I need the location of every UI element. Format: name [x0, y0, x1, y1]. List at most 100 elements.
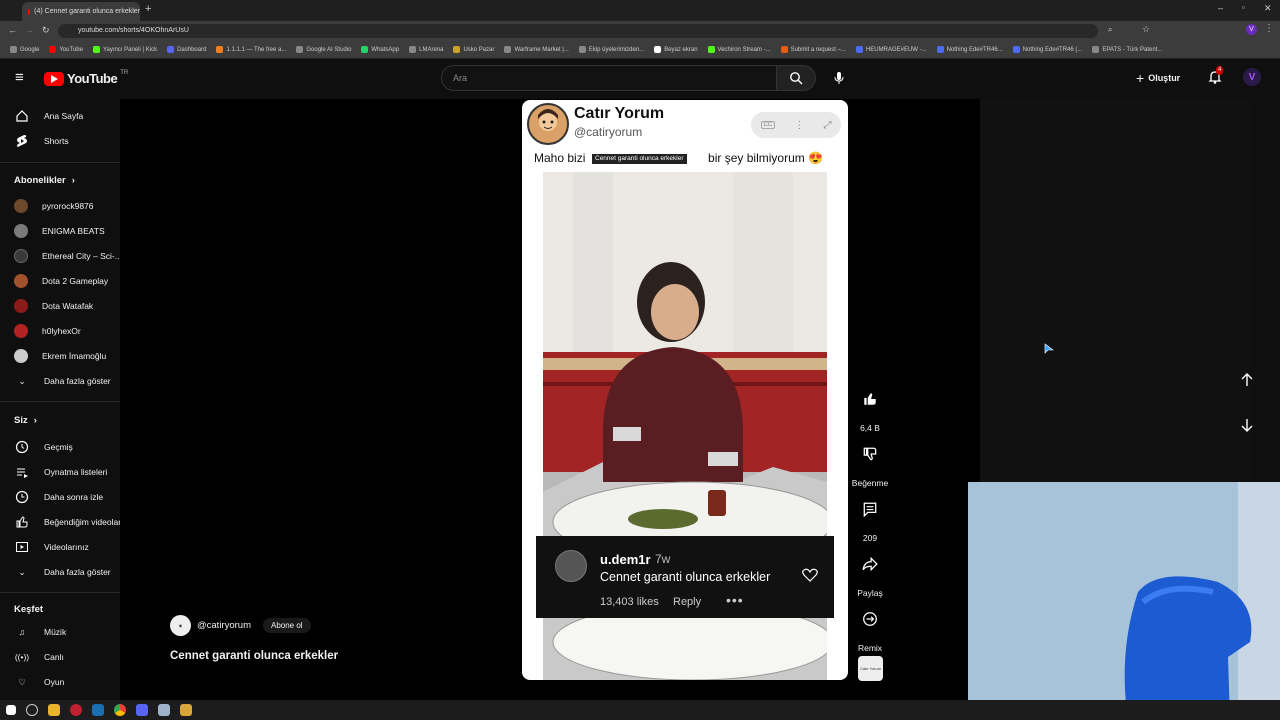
bookmark-item[interactable]: Google: [10, 46, 39, 53]
new-tab-icon[interactable]: +: [145, 3, 151, 15]
remix-button[interactable]: [854, 603, 886, 635]
channel-avatar: [14, 349, 28, 363]
bookmark-item[interactable]: EPATS - Türk Patent...: [1092, 46, 1162, 53]
channel-handle-link[interactable]: @catiryorum: [197, 620, 251, 631]
youtube-logo[interactable]: YouTube TR: [44, 70, 128, 86]
remix-action[interactable]: Remix: [848, 603, 892, 653]
steam-icon[interactable]: [92, 704, 104, 716]
windows-start-icon[interactable]: [6, 705, 16, 715]
address-bar-row: ← → ↻ youtube.com/shorts/4OKOhnArUsU ⌕ ☆…: [0, 21, 1280, 41]
share-action[interactable]: Paylaş: [848, 548, 892, 598]
dislike-button[interactable]: [854, 438, 886, 470]
webcam-overlay: [968, 482, 1280, 720]
more-options-icon[interactable]: ⋮: [794, 120, 804, 131]
bookmark-item[interactable]: Yayıncı Paneli | Kick: [92, 46, 157, 53]
voice-search-button[interactable]: [828, 67, 850, 89]
sidebar-item-label: Canlı: [44, 652, 64, 662]
share-button[interactable]: [854, 548, 886, 580]
bookmark-item[interactable]: HEUMRAGE#EUW -...: [855, 46, 927, 53]
bookmark-item[interactable]: WhatsApp: [361, 46, 399, 53]
chevron-right-icon: ›: [33, 415, 37, 426]
hamburger-menu-icon[interactable]: ≡: [15, 69, 24, 86]
bookmark-item[interactable]: LMArena: [409, 46, 443, 53]
file-explorer-icon[interactable]: [48, 704, 60, 716]
close-window-icon[interactable]: ✕: [1264, 3, 1272, 14]
fullscreen-icon[interactable]: ⤢: [823, 120, 831, 131]
mouse-cursor-icon: [1044, 343, 1054, 354]
browser-tab[interactable]: (4) Cennet garanti olunca erkekler: [22, 2, 140, 21]
bookmark-item[interactable]: Ekip üyelerimizden...: [578, 46, 644, 53]
bookmark-item[interactable]: Nothing Ede#TR46 (...: [1012, 46, 1082, 53]
zoom-icon[interactable]: ⌕: [1108, 25, 1112, 35]
arrow-up-icon: [1241, 373, 1253, 386]
bookmark-star-icon[interactable]: ☆: [1142, 24, 1150, 35]
url-field[interactable]: youtube.com/shorts/4OKOhnArUsU: [58, 24, 1098, 38]
comments-action[interactable]: 209: [848, 493, 892, 543]
comment-text: Cennet garanti olunca erkekler: [600, 570, 771, 584]
divider: [0, 162, 140, 163]
channel-avatar: [14, 249, 28, 263]
reload-icon[interactable]: ↻: [42, 25, 50, 36]
subscriptions-heading[interactable]: Abonelikler ›: [14, 175, 75, 186]
bookmark-item[interactable]: Vechiron Stream -...: [707, 46, 771, 53]
channel-thumbnail[interactable]: Catır Yorum: [858, 656, 883, 681]
sidebar: Ana Sayfa Shorts Abonelikler › pyrorock9…: [0, 99, 140, 700]
caption-left: Maho bizi: [534, 151, 586, 165]
short-channel-avatar[interactable]: [527, 103, 569, 145]
like-count: 6,4 B: [860, 423, 880, 433]
forward-icon[interactable]: →: [25, 25, 34, 35]
dislike-action[interactable]: Beğenme: [848, 438, 892, 488]
chevron-right-icon: ›: [71, 175, 75, 186]
caption-right: bir şey bilmiyorum 😍: [708, 151, 824, 165]
youtube-favicon-icon: [28, 8, 31, 15]
sidebar-item-label: Daha sonra izle: [44, 492, 104, 502]
bookmark-item[interactable]: Submit a request –...: [780, 46, 846, 53]
bookmark-item[interactable]: Google AI Studio: [296, 46, 351, 53]
music-icon: ♫: [18, 627, 26, 637]
bookmark-item[interactable]: Usko Pazar: [453, 46, 494, 53]
search-button[interactable]: [776, 65, 816, 91]
sidebar-item-label: Ethereal City – Sci-...: [42, 251, 122, 261]
shorts-icon: [14, 133, 30, 149]
bookmark-item[interactable]: Warframe Market |...: [504, 46, 569, 53]
app-icon[interactable]: [180, 704, 192, 716]
chrome-icon[interactable]: [114, 704, 126, 716]
minimize-icon[interactable]: –: [1218, 3, 1223, 13]
profile-icon[interactable]: V: [1246, 24, 1257, 35]
bookmark-item[interactable]: Nothing Ede#TR46...: [936, 46, 1003, 53]
app-icon[interactable]: [158, 704, 170, 716]
opera-gx-icon[interactable]: [70, 704, 82, 716]
taskbar-search-icon[interactable]: [26, 704, 38, 716]
channel-avatar: [14, 299, 28, 313]
next-short-button[interactable]: [1237, 415, 1257, 435]
sidebar-item-label: Ana Sayfa: [44, 111, 84, 121]
thumbs-up-icon: [864, 393, 876, 405]
search-input[interactable]: Ara: [441, 65, 777, 91]
bookmark-item[interactable]: 1.1.1.1 — The free a...: [216, 46, 286, 53]
like-action[interactable]: 6,4 B: [848, 383, 892, 433]
heart-icon: [802, 568, 818, 582]
subscribe-button[interactable]: Abone ol: [263, 618, 311, 633]
notifications-button[interactable]: 4: [1207, 66, 1224, 90]
comments-button[interactable]: [854, 493, 886, 525]
create-button[interactable]: + Oluştur: [1136, 67, 1180, 89]
previous-short-button[interactable]: [1237, 370, 1257, 390]
gaming-icon: ♡: [18, 676, 26, 687]
captions-icon[interactable]: CC: [760, 121, 776, 129]
sidebar-item-label: h0lyhexOr: [42, 326, 81, 336]
bookmark-item[interactable]: Dashboard: [167, 46, 206, 53]
maximize-icon[interactable]: ▫: [1242, 3, 1245, 12]
bookmark-item[interactable]: YouTube: [49, 46, 83, 53]
browser-tab-bar: (4) Cennet garanti olunca erkekler + – ▫…: [0, 0, 1280, 21]
small-channel-avatar[interactable]: ◉: [170, 615, 191, 636]
webcam-image: [968, 482, 1280, 720]
you-heading[interactable]: Siz ›: [14, 415, 37, 426]
account-avatar[interactable]: V: [1243, 68, 1261, 86]
discord-icon[interactable]: [136, 704, 148, 716]
sidebar-item-label: ENIGMA BEATS: [42, 226, 105, 236]
like-button[interactable]: [854, 383, 886, 415]
bookmark-item[interactable]: Beyaz ekran: [654, 46, 698, 53]
browser-menu-icon[interactable]: ⋮: [1264, 23, 1274, 34]
back-icon[interactable]: ←: [8, 25, 17, 35]
dislike-label: Beğenme: [851, 478, 889, 488]
